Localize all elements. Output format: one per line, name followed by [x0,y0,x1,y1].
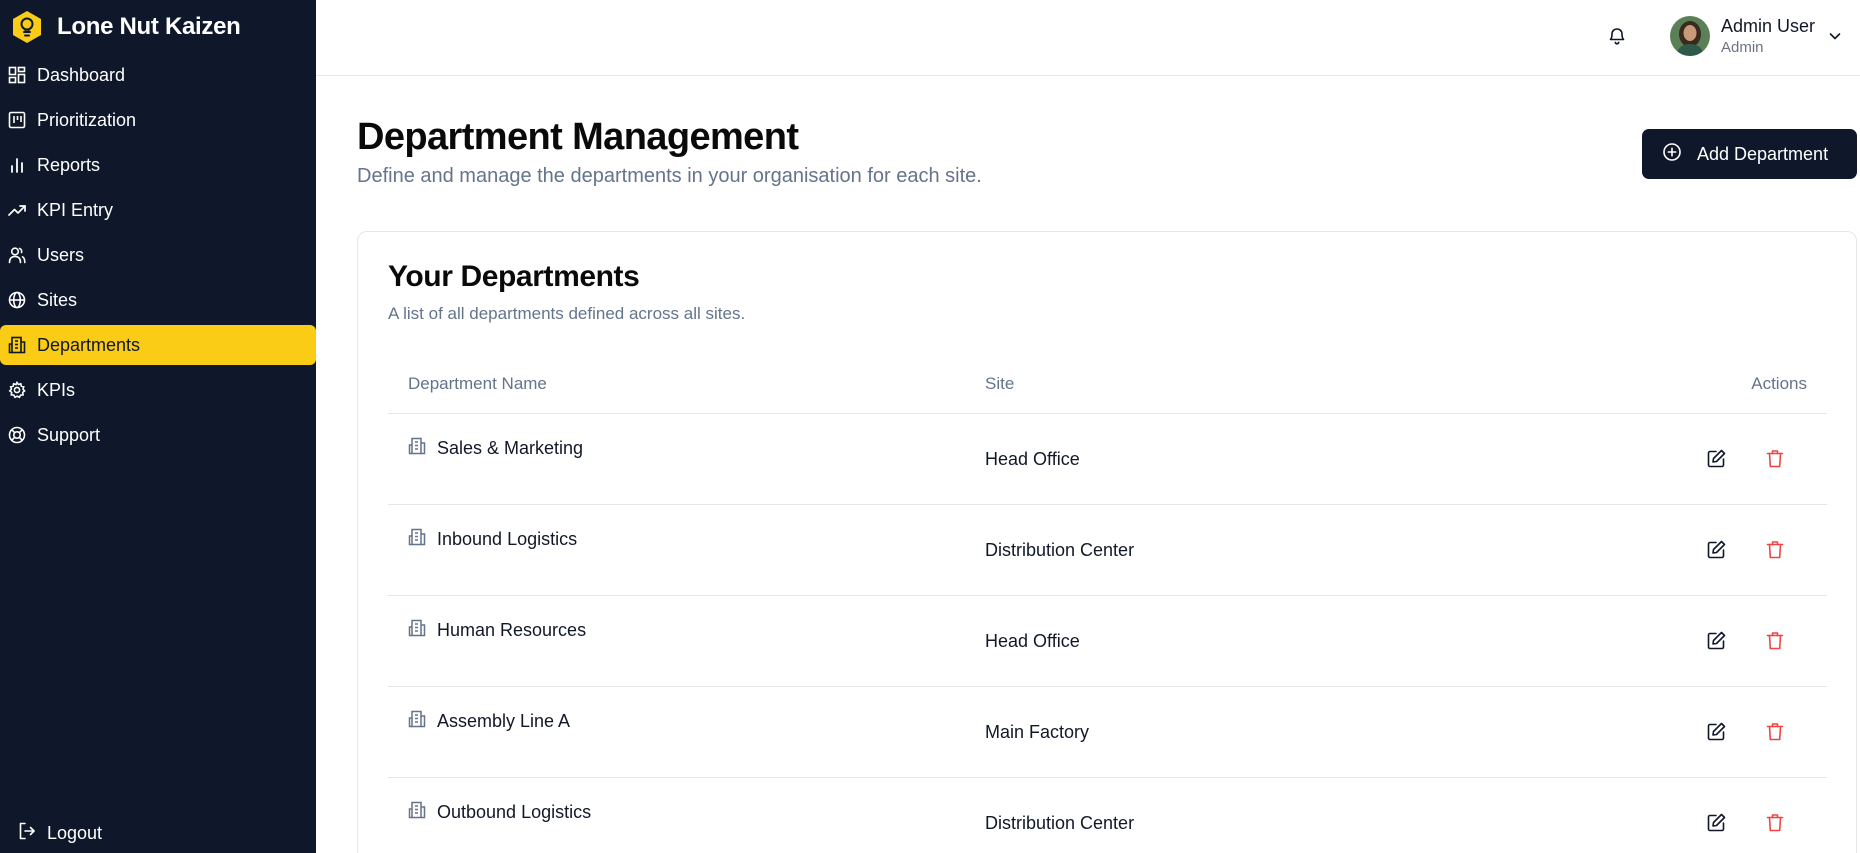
plus-circle-icon [1662,142,1682,167]
department-name: Assembly Line A [437,711,571,731]
trending-up-icon [8,201,26,219]
sidebar-nav: Dashboard Prioritization Reports KPI Ent… [0,55,316,460]
departments-card: Your Departments A list of all departmen… [357,231,1857,853]
page-title: Department Management [357,116,799,158]
sidebar-item-dashboard[interactable]: Dashboard [0,55,316,95]
building-icon [408,437,426,460]
building-icon [408,528,426,551]
gear-icon [8,381,26,399]
department-name: Sales & Marketing [437,438,584,458]
trash-icon[interactable] [1763,810,1787,834]
sidebar-item-departments[interactable]: Departments [0,325,316,365]
add-department-label: Add Department [1697,143,1829,164]
logout-icon [18,822,36,845]
edit-icon[interactable] [1704,446,1728,470]
edit-icon[interactable] [1704,537,1728,561]
top-header: Admin User Admin [316,0,1860,76]
building-icon [408,710,426,733]
sidebar-item-kpis[interactable]: KPIs [0,370,316,410]
column-header-actions: Actions [1751,374,1807,393]
sidebar-item-sites[interactable]: Sites [0,280,316,320]
user-name: Admin User [1721,16,1816,36]
sidebar-item-label: KPI Entry [37,199,114,220]
user-role: Admin [1721,39,1764,56]
sidebar-item-label: Prioritization [37,109,137,130]
sidebar-item-kpi-entry[interactable]: KPI Entry [0,190,316,230]
globe-icon [8,291,26,309]
table-row: Inbound Logistics Distribution Center [388,505,1827,596]
logout-button[interactable]: Logout [18,822,102,845]
sidebar-item-label: KPIs [37,379,76,400]
table-row: Outbound Logistics Distribution Center [388,778,1827,853]
card-subtitle: A list of all departments defined across… [388,304,746,323]
sidebar-item-label: Dashboard [37,64,126,85]
department-site: Head Office [985,449,1080,469]
sidebar-item-reports[interactable]: Reports [0,145,316,185]
logout-label: Logout [47,823,103,843]
sidebar: Lone Nut Kaizen Dashboard Prioritization… [0,0,316,853]
department-site: Distribution Center [985,540,1135,560]
dashboard-icon [8,66,26,84]
departments-table: Department Name Site Actions Sales & Mar… [388,354,1827,853]
edit-icon[interactable] [1704,628,1728,652]
sidebar-item-label: Reports [37,154,101,175]
page-subtitle: Define and manage the departments in you… [357,165,982,187]
department-site: Head Office [985,631,1080,651]
trash-icon[interactable] [1763,719,1787,743]
trash-icon[interactable] [1763,537,1787,561]
column-header-name: Department Name [408,374,547,393]
building-icon [408,619,426,642]
department-name: Human Resources [437,620,587,640]
building-icon [8,336,26,354]
chevron-down-icon [1827,28,1843,44]
edit-icon[interactable] [1704,719,1728,743]
user-menu[interactable]: Admin User Admin [1670,14,1843,58]
sidebar-item-label: Support [37,424,101,445]
trash-icon[interactable] [1763,628,1787,652]
department-name: Outbound Logistics [437,802,592,822]
card-title: Your Departments [388,260,640,293]
department-site: Distribution Center [985,813,1135,833]
kanban-icon [8,111,26,129]
app-title: Lone Nut Kaizen [57,13,241,40]
edit-icon[interactable] [1704,810,1728,834]
users-icon [8,246,26,264]
table-header: Department Name Site Actions [388,354,1827,414]
avatar [1670,16,1710,56]
table-row: Human Resources Head Office [388,596,1827,687]
table-row: Assembly Line A Main Factory [388,687,1827,778]
bell-icon[interactable] [1605,24,1629,48]
column-header-site: Site [985,374,1015,393]
sidebar-item-support[interactable]: Support [0,415,316,455]
sidebar-item-label: Sites [37,289,78,310]
sidebar-item-label: Departments [37,334,141,355]
add-department-button[interactable]: Add Department [1642,129,1857,179]
sidebar-item-label: Users [37,244,85,265]
department-name: Inbound Logistics [437,529,578,549]
sidebar-item-prioritization[interactable]: Prioritization [0,100,316,140]
table-row: Sales & Marketing Head Office [388,414,1827,505]
sidebar-item-users[interactable]: Users [0,235,316,275]
building-icon [408,801,426,824]
trash-icon[interactable] [1763,446,1787,470]
lightbulb-icon [9,9,45,45]
lifebuoy-icon [8,426,26,444]
department-site: Main Factory [985,722,1090,742]
brand[interactable]: Lone Nut Kaizen [9,8,241,46]
bar-chart-icon [8,156,26,174]
